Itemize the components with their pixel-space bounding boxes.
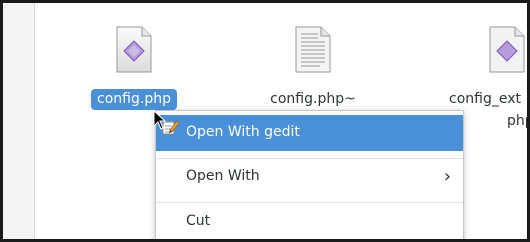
menu-separator bbox=[156, 202, 463, 203]
menu-item-label: Open With gedit bbox=[186, 124, 300, 140]
chevron-right-icon: › bbox=[443, 166, 451, 187]
mouse-pointer-icon bbox=[153, 110, 167, 130]
context-menu: Open With gedit Open With › Cut bbox=[155, 110, 464, 239]
menu-item-open-with-gedit[interactable]: Open With gedit bbox=[156, 115, 463, 151]
text-file-icon bbox=[295, 26, 331, 73]
menu-item-label: Open With bbox=[186, 168, 260, 184]
file-name-label: config.php~ bbox=[270, 91, 356, 107]
php-file-icon bbox=[489, 26, 525, 73]
file-name-label: config_ext bbox=[449, 91, 521, 107]
menu-item-label: Cut bbox=[186, 213, 211, 229]
php-file-icon bbox=[116, 26, 152, 73]
file-manager-window: config.php config.php~ config_ext ph Ope… bbox=[0, 0, 530, 242]
menu-item-open-with[interactable]: Open With › bbox=[156, 159, 463, 195]
file-name-label-line2: php bbox=[507, 113, 527, 129]
menu-item-cut[interactable]: Cut bbox=[156, 204, 463, 239]
sidebar bbox=[3, 3, 35, 239]
file-name-label: config.php bbox=[91, 89, 177, 110]
